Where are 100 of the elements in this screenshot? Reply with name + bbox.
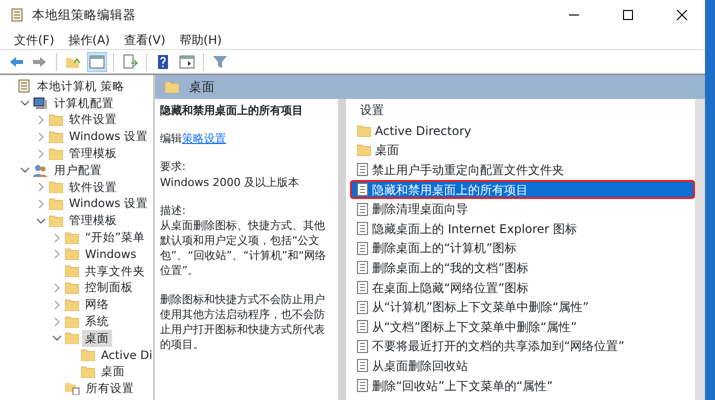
- tree-item[interactable]: 软件设置: [66, 178, 120, 196]
- document-icon: [357, 163, 368, 176]
- row-label: 删除桌面上的“我的文档”图标: [372, 260, 528, 277]
- description-label: 描述:: [160, 202, 187, 218]
- tree-item[interactable]: 用户配置: [51, 162, 105, 180]
- folder-icon: [49, 214, 63, 227]
- collapsed-chevron-icon[interactable]: [36, 114, 46, 125]
- row-label: Active Directory: [375, 122, 472, 140]
- tree-item[interactable]: Windows 设置: [66, 128, 151, 146]
- policy-row[interactable]: 删除清理桌面向导: [350, 199, 695, 219]
- folder-icon: [81, 366, 95, 378]
- menu-item[interactable]: 帮助(H): [179, 30, 222, 48]
- document-icon: [357, 261, 368, 274]
- folder-icon: [65, 232, 79, 244]
- folder-icon: [65, 282, 79, 294]
- policy-row[interactable]: 删除“回收站”上下文菜单的“属性”: [350, 376, 695, 396]
- collapsed-chevron-icon[interactable]: [36, 198, 46, 209]
- description-text: 从桌面删除图标、快捷方式、其他默认项和用户定义项，包括“公文包”、“回收站”、“计算机”和“网络位置”。: [160, 218, 328, 279]
- tree-item[interactable]: 桌面: [98, 363, 128, 381]
- computer-icon: [33, 96, 48, 110]
- policy-settings-link[interactable]: 策略设置: [182, 132, 226, 146]
- tree-item[interactable]: Windows 设置: [66, 195, 151, 213]
- menu-item[interactable]: 操作(A): [68, 30, 110, 48]
- users-icon: [33, 164, 48, 177]
- menu-item[interactable]: 文件(F): [14, 30, 54, 48]
- row-label: 从桌面删除回收站: [372, 358, 468, 375]
- collapsed-chevron-icon[interactable]: [36, 132, 46, 142]
- folder-icon: [65, 265, 79, 278]
- document-icon: [357, 222, 368, 236]
- policy-row[interactable]: 禁止用户手动重定向配置文件文件夹: [350, 160, 695, 180]
- folder-icon: [65, 248, 79, 260]
- expanded-chevron-icon[interactable]: [20, 165, 30, 176]
- collapsed-chevron-icon[interactable]: [52, 232, 62, 243]
- tree-item[interactable]: 本地计算机 策略: [34, 78, 128, 96]
- scroll-icon: [17, 79, 31, 94]
- tree-item[interactable]: 管理模板: [66, 212, 120, 230]
- scroll-icon: [10, 8, 24, 22]
- row-label: 删除“回收站”上下文菜单的“属性”: [372, 378, 553, 395]
- edit-label: 编辑: [160, 132, 182, 146]
- policy-row[interactable]: 从桌面删除回收站: [350, 356, 695, 376]
- policy-row[interactable]: 不要将最近打开的文档的共享添加到“网络位置”: [350, 336, 695, 356]
- collapsed-chevron-icon[interactable]: [36, 182, 46, 192]
- policy-row[interactable]: 隐藏和禁用桌面上的所有项目: [350, 180, 695, 200]
- collapsed-chevron-icon[interactable]: [52, 249, 62, 260]
- row-label: 不要将最近打开的文档的共享添加到“网络位置”: [372, 338, 624, 356]
- policy-row[interactable]: 删除桌面上的“我的文档”图标: [350, 258, 695, 278]
- row-label: 从“计算机”图标上下文菜单中删除“属性”: [372, 299, 589, 316]
- tree-item[interactable]: 管理模板: [66, 144, 120, 162]
- requirement-text: Windows 2000 及以上版本: [160, 174, 300, 190]
- folder-icon: [49, 148, 63, 160]
- menu-item[interactable]: 查看(V): [124, 30, 166, 48]
- tree-item[interactable]: 共享文件夹: [82, 262, 148, 280]
- collapsed-chevron-icon[interactable]: [52, 316, 62, 327]
- collapsed-chevron-icon[interactable]: [52, 282, 62, 293]
- document-icon: [357, 359, 368, 372]
- tree-item[interactable]: 桌面: [82, 330, 112, 347]
- settings-list-icon: [65, 382, 80, 396]
- expanded-chevron-icon[interactable]: [36, 216, 46, 226]
- tree-item[interactable]: 控制面板: [82, 279, 136, 297]
- folder-icon: [65, 298, 79, 311]
- folder-icon: [65, 332, 79, 344]
- row-label: 桌面: [375, 142, 399, 160]
- folder-icon: [81, 349, 95, 362]
- panel-icon[interactable]: [87, 52, 107, 72]
- document-icon: [357, 320, 368, 334]
- tree-item[interactable]: 所有设置: [83, 380, 137, 398]
- tree-item[interactable]: 网络: [82, 296, 112, 314]
- document-icon: [357, 281, 368, 294]
- folder-icon: [49, 130, 63, 143]
- tree-item[interactable]: 系统: [82, 312, 112, 330]
- folder-icon: [357, 124, 371, 137]
- document-icon: [357, 183, 368, 196]
- policy-row[interactable]: 在桌面上隐藏“网络位置”图标: [350, 278, 695, 298]
- tree-item[interactable]: “开始”菜单: [82, 228, 148, 246]
- pane-title: 桌面: [189, 78, 215, 96]
- folder-icon: [357, 144, 371, 156]
- description-text: 删除图标和快捷方式不会防止用户使用其他方法启动程序，也不会防止用户打开图标和快捷方式所代表的项目。: [160, 292, 326, 352]
- policy-row[interactable]: 从“计算机”图标上下文菜单中删除“属性”: [350, 297, 695, 317]
- tree-item[interactable]: Active Di: [98, 346, 153, 364]
- tree-item[interactable]: 计算机配置: [51, 94, 117, 112]
- row-label: 删除清理桌面向导: [372, 201, 468, 218]
- folder-icon: [165, 81, 179, 93]
- row-label: 在桌面上隐藏“网络位置”图标: [372, 280, 528, 297]
- document-icon: [357, 379, 368, 392]
- tree-item[interactable]: 软件设置: [66, 111, 120, 129]
- tree-item[interactable]: Windows: [82, 246, 140, 263]
- collapsed-chevron-icon[interactable]: [36, 148, 46, 159]
- document-icon: [357, 242, 368, 255]
- collapsed-chevron-icon[interactable]: [52, 300, 62, 310]
- policy-row[interactable]: 删除桌面上的“计算机”图标: [350, 238, 695, 258]
- column-header[interactable]: 设置: [350, 99, 695, 121]
- policy-row[interactable]: Active Directory: [350, 121, 695, 141]
- policy-row[interactable]: 从“文档”图标上下文菜单中删除“属性”: [350, 316, 695, 337]
- document-icon: [357, 300, 368, 314]
- folder-icon: [49, 181, 63, 194]
- expanded-chevron-icon[interactable]: [20, 98, 30, 108]
- policy-row[interactable]: 隐藏桌面上的 Internet Explorer 图标: [350, 218, 695, 239]
- policy-heading: 隐藏和禁用桌面上的所有项目: [160, 103, 304, 118]
- policy-row[interactable]: 桌面: [350, 140, 695, 160]
- expanded-chevron-icon[interactable]: [52, 333, 62, 344]
